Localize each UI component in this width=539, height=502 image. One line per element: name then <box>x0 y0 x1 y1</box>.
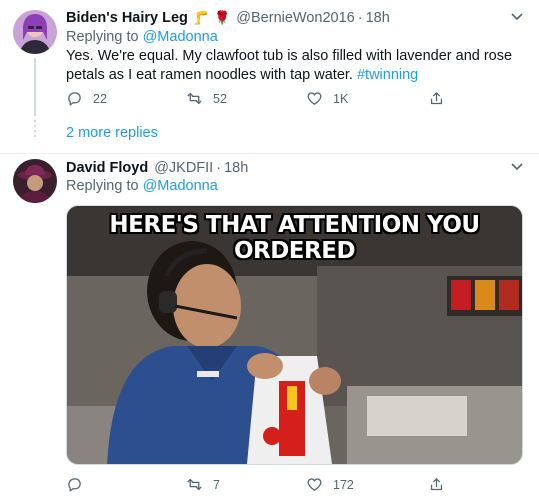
tweet-header: David Floyd @JKDFII · 18h <box>66 158 248 178</box>
display-name[interactable]: Biden's Hairy Leg <box>66 10 188 26</box>
thread-dots <box>34 120 36 138</box>
chevron-down-icon[interactable] <box>511 160 523 174</box>
more-replies-link[interactable]: 2 more replies <box>66 125 158 141</box>
retweet-icon <box>187 478 202 491</box>
retweet-icon <box>187 92 202 105</box>
replying-to: Replying to @Madonna <box>66 178 218 194</box>
separator-dot: · <box>216 160 222 176</box>
reply-button[interactable]: 22 <box>66 90 107 107</box>
tweet-actions: 22 52 1K <box>66 90 466 110</box>
avatar[interactable] <box>13 159 57 203</box>
tweet-biden-hairy-leg[interactable]: Biden's Hairy Leg 🦵 🌹 @BernieWon2016 · 1… <box>0 0 539 156</box>
mention-link[interactable]: @Madonna <box>143 178 218 194</box>
share-button[interactable] <box>428 476 445 493</box>
leg-emoji: 🦵 <box>192 10 210 25</box>
display-name[interactable]: David Floyd <box>66 160 148 176</box>
tweet-actions: 7 172 <box>66 476 466 496</box>
timestamp[interactable]: 18h <box>224 160 248 176</box>
heart-icon <box>307 92 322 105</box>
like-button[interactable]: 172 <box>306 476 354 493</box>
like-count: 172 <box>333 477 354 492</box>
thread-line <box>34 58 36 116</box>
tweet-header: Biden's Hairy Leg 🦵 🌹 @BernieWon2016 · 1… <box>66 8 390 28</box>
retweet-button[interactable]: 7 <box>186 476 220 493</box>
reply-icon <box>68 478 81 492</box>
handle[interactable]: @BernieWon2016 <box>236 10 354 26</box>
separator-dot: · <box>357 10 363 26</box>
reply-button[interactable] <box>66 476 93 493</box>
heart-icon <box>307 478 322 491</box>
like-button[interactable]: 1K <box>306 90 348 107</box>
retweet-count: 7 <box>213 477 220 492</box>
timestamp[interactable]: 18h <box>366 10 390 26</box>
tweet-text: Yes. We're equal. My clawfoot tub is als… <box>66 47 526 85</box>
chevron-down-icon[interactable] <box>511 10 523 24</box>
reply-icon <box>68 92 81 106</box>
replying-to-prefix: Replying to <box>66 29 139 45</box>
meme-caption: HERE'S THAT ATTENTION YOU ORDERED <box>109 212 480 264</box>
tweet-image[interactable]: HERE'S THAT ATTENTION YOU ORDERED <box>66 205 523 465</box>
share-icon <box>430 478 443 491</box>
like-count: 1K <box>333 91 349 106</box>
replying-to: Replying to @Madonna <box>66 29 218 45</box>
share-icon <box>430 92 443 105</box>
reply-count: 22 <box>93 91 107 106</box>
handle[interactable]: @JKDFII <box>154 160 213 176</box>
retweet-button[interactable]: 52 <box>186 90 227 107</box>
rose-emoji: 🌹 <box>214 10 231 25</box>
avatar[interactable] <box>13 10 57 54</box>
mention-link[interactable]: @Madonna <box>143 29 218 45</box>
tweet-text-body: Yes. We're equal. My clawfoot tub is als… <box>66 48 513 83</box>
hashtag-link[interactable]: #twinning <box>357 67 418 83</box>
share-button[interactable] <box>428 90 445 107</box>
retweet-count: 52 <box>213 91 227 106</box>
tweet-david-floyd[interactable]: David Floyd @JKDFII · 18h Replying to @M… <box>0 153 539 502</box>
replying-to-prefix: Replying to <box>66 178 139 194</box>
